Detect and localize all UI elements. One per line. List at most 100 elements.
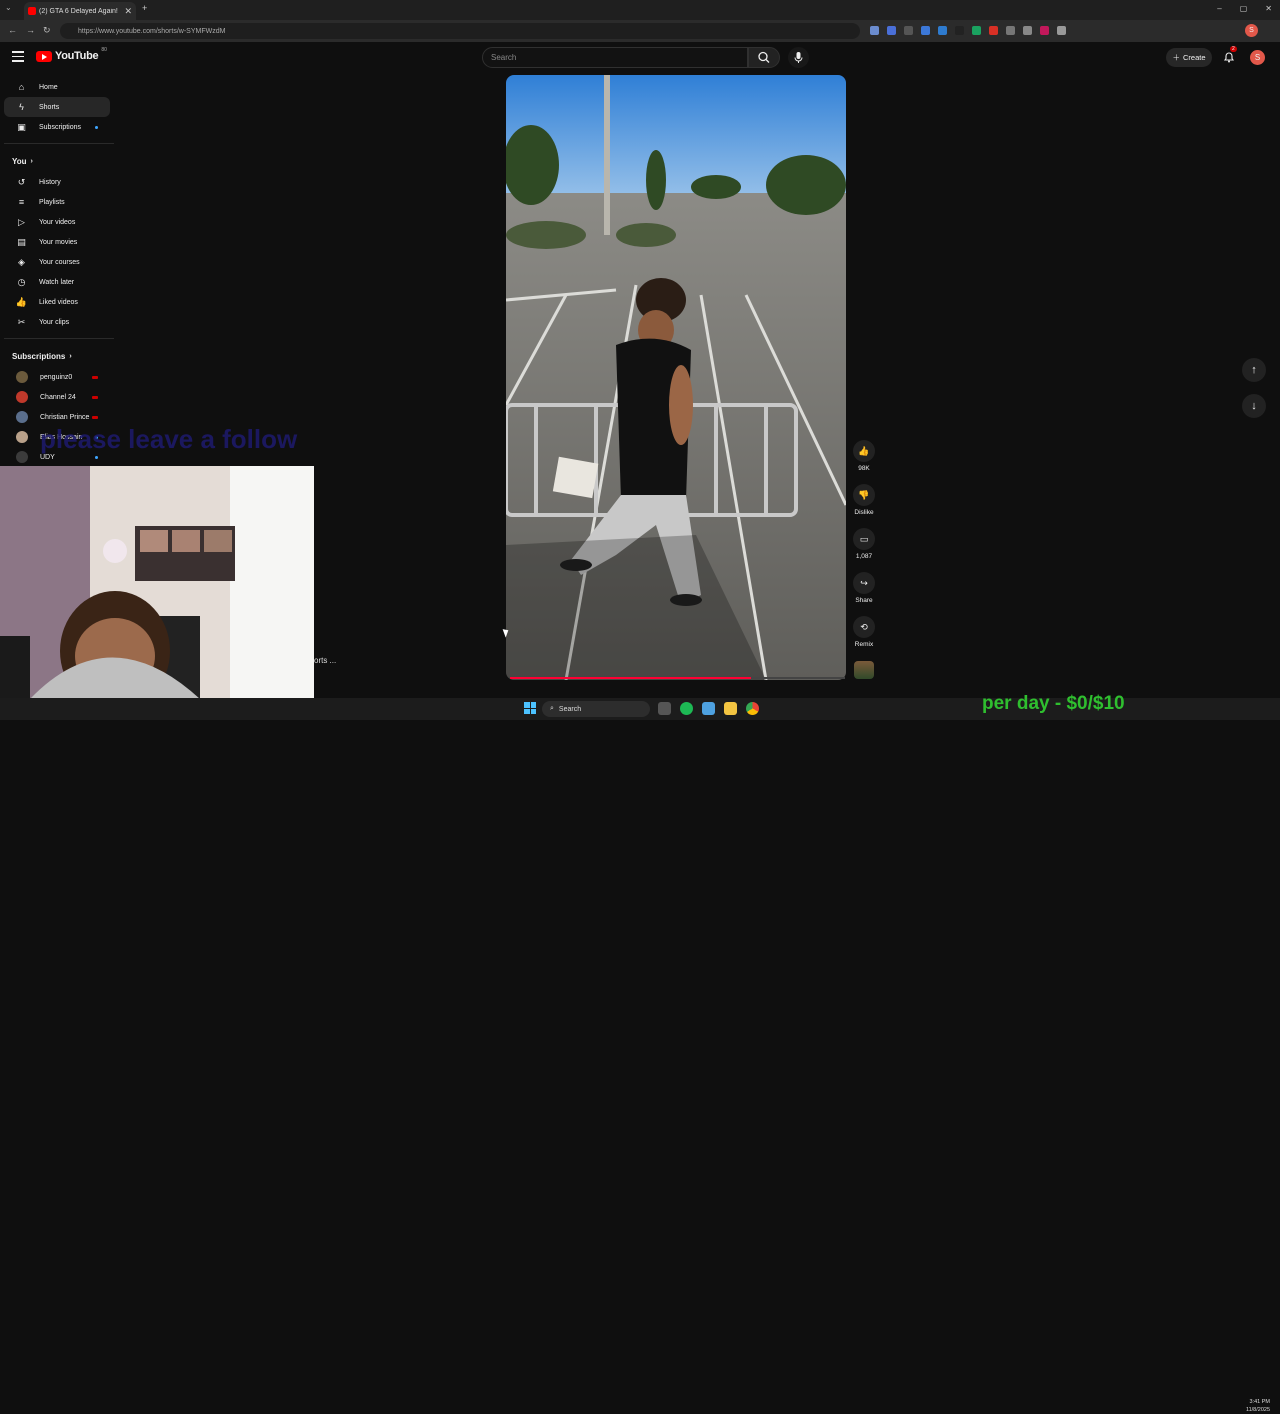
- courses-icon: ◈: [18, 256, 25, 267]
- spotify-icon[interactable]: [680, 702, 693, 715]
- comments-button[interactable]: ▭ 1,087: [848, 528, 880, 572]
- extension-icon[interactable]: [887, 26, 896, 35]
- notification-count-badge: 2: [1230, 46, 1237, 52]
- extension-icon[interactable]: [870, 26, 879, 35]
- next-short-button[interactable]: ↓: [1242, 394, 1266, 418]
- create-label: Create: [1182, 53, 1206, 62]
- comment-count: 1,087: [855, 553, 873, 560]
- sidebar-item-home[interactable]: ⌂ Home: [4, 77, 110, 97]
- shorts-actions: 👍 98K 👎 Dislike ▭ 1,087 ↪ Share ⟲ Remix: [848, 440, 880, 660]
- forward-icon[interactable]: →: [26, 25, 35, 35]
- sidebar-item-subscriptions[interactable]: ▣ Subscriptions: [4, 117, 110, 137]
- search-button[interactable]: [748, 47, 780, 68]
- live-indicator: [92, 395, 98, 399]
- extension-icon[interactable]: [955, 26, 964, 35]
- sidebar-sub-channel[interactable]: penguinz0: [4, 367, 110, 387]
- dislike-label: Dislike: [854, 509, 874, 516]
- new-tab-icon[interactable]: +: [142, 3, 147, 13]
- like-button[interactable]: 👍 98K: [848, 440, 880, 484]
- system-clock[interactable]: 3:41 PM 11/8/2025: [1246, 1398, 1270, 1414]
- create-button[interactable]: ＋ Create: [1166, 48, 1212, 67]
- chevron-right-icon: ›: [30, 157, 33, 165]
- windows-start-icon[interactable]: [524, 702, 536, 714]
- channel-avatar: [16, 431, 28, 443]
- sidebar-item-your-courses[interactable]: ◈ Your courses: [4, 252, 110, 272]
- extension-icon[interactable]: [904, 26, 913, 35]
- file-explorer-icon[interactable]: [724, 702, 737, 715]
- previous-short-button[interactable]: ↑: [1242, 358, 1266, 382]
- sound-thumbnail[interactable]: [854, 661, 874, 679]
- share-button[interactable]: ↪ Share: [848, 572, 880, 616]
- extension-icon[interactable]: [972, 26, 981, 35]
- movies-icon: ▤: [17, 236, 26, 247]
- extension-icon[interactable]: [1023, 26, 1032, 35]
- tab-close-icon[interactable]: ✕: [124, 6, 132, 17]
- progress-fill: [510, 677, 752, 679]
- playlists-icon: ≡: [18, 197, 25, 207]
- scissors-icon: ✂: [17, 316, 26, 327]
- comment-icon: ▭: [853, 528, 875, 550]
- youtube-logo[interactable]: YouTube 80: [36, 47, 107, 62]
- taskbar-search-label: Search: [558, 705, 582, 713]
- channel-name: penguinz0: [40, 373, 73, 381]
- new-content-dot: [95, 455, 98, 459]
- thumbs-down-icon: 👎: [853, 484, 875, 506]
- sidebar-item-your-clips[interactable]: ✂ Your clips: [4, 312, 110, 332]
- extension-icon[interactable]: [1040, 26, 1049, 35]
- extension-icon[interactable]: [1057, 26, 1066, 35]
- like-count: 98K: [858, 465, 870, 472]
- extension-icon[interactable]: [938, 26, 947, 35]
- browser-profile-avatar[interactable]: S: [1245, 24, 1258, 37]
- dislike-button[interactable]: 👎 Dislike: [848, 484, 880, 528]
- extension-icon[interactable]: [1006, 26, 1015, 35]
- url-input[interactable]: https://www.youtube.com/shorts/w-SYMFWzd…: [60, 23, 860, 39]
- browser-tab-active[interactable]: (2) GTA 6 Delayed Again! ✕: [24, 2, 136, 20]
- sidebar-item-shorts[interactable]: ϟ Shorts: [4, 97, 110, 117]
- taskbar-search[interactable]: ⌕ Search: [542, 701, 650, 717]
- remix-icon: ⟲: [853, 616, 875, 638]
- subscriptions-section-heading[interactable]: Subscriptions ›: [0, 345, 116, 367]
- sidebar-item-label: Subscriptions: [39, 123, 82, 131]
- shorts-video-player[interactable]: [506, 75, 846, 680]
- minimize-icon[interactable]: –: [1217, 4, 1221, 13]
- extension-icon[interactable]: [921, 26, 930, 35]
- you-section-heading[interactable]: You ›: [0, 150, 116, 172]
- chrome-icon[interactable]: [746, 702, 759, 715]
- sidebar-item-label: Your clips: [39, 318, 70, 326]
- thumbs-up-icon: 👍: [15, 296, 28, 307]
- share-label: Share: [855, 597, 873, 604]
- sidebar-item-label: Playlists: [39, 198, 65, 206]
- chevron-right-icon: ›: [69, 352, 72, 360]
- sidebar-sub-channel[interactable]: Channel 24: [4, 387, 110, 407]
- search-input[interactable]: Search: [482, 47, 748, 68]
- voice-search-button[interactable]: [788, 47, 809, 68]
- extensions-bar: [870, 26, 1066, 35]
- extension-icon[interactable]: [989, 26, 998, 35]
- reload-icon[interactable]: ↻: [43, 25, 51, 36]
- sidebar-item-history[interactable]: ↺ History: [4, 172, 110, 192]
- sidebar-item-watch-later[interactable]: ◷ Watch later: [4, 272, 110, 292]
- search-icon: [758, 51, 770, 63]
- follow-overlay-text: please leave a follow: [40, 424, 298, 454]
- remix-button[interactable]: ⟲ Remix: [848, 616, 880, 660]
- sidebar-item-your-videos[interactable]: ▷ Your videos: [4, 212, 110, 232]
- sidebar-item-liked-videos[interactable]: 👍 Liked videos: [4, 292, 110, 312]
- webcam-image: [0, 466, 314, 699]
- notifications-bell-icon[interactable]: [1222, 50, 1236, 64]
- account-avatar[interactable]: S: [1250, 50, 1265, 65]
- sidebar-item-playlists[interactable]: ≡ Playlists: [4, 192, 110, 212]
- sidebar-item-your-movies[interactable]: ▤ Your movies: [4, 232, 110, 252]
- video-progress-bar[interactable]: [510, 677, 845, 679]
- tab-search-icon[interactable]: ⌄: [5, 3, 12, 12]
- back-icon[interactable]: ←: [8, 25, 17, 35]
- country-code: 80: [101, 47, 107, 53]
- menu-icon[interactable]: [12, 51, 24, 65]
- home-icon: ⌂: [18, 82, 25, 92]
- close-window-icon[interactable]: ✕: [1265, 4, 1272, 13]
- photos-icon[interactable]: [702, 702, 715, 715]
- window-controls: – ▢ ✕: [1217, 4, 1272, 13]
- task-view-icon[interactable]: [658, 702, 671, 715]
- youtube-header: YouTube 80 Search ＋ Create 2 S: [0, 42, 1280, 74]
- sidebar-item-label: Liked videos: [39, 298, 78, 306]
- maximize-icon[interactable]: ▢: [1240, 4, 1248, 13]
